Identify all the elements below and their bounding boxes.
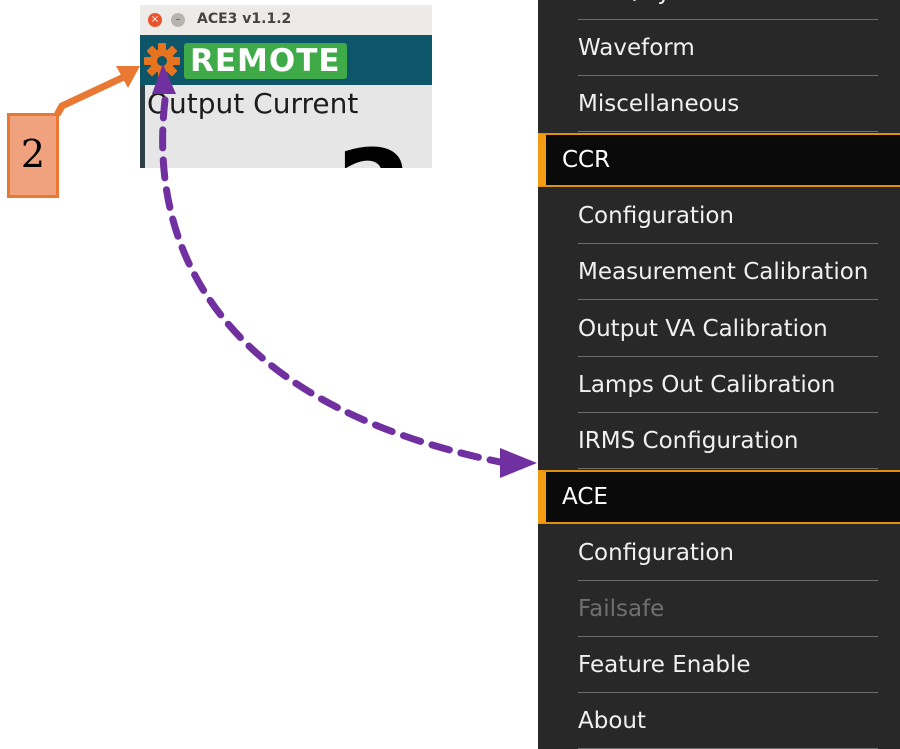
annotation-overlay xyxy=(54,64,537,478)
connector-arrow-head-right xyxy=(500,448,537,478)
connector-arrow-head-top xyxy=(152,64,176,94)
connector-dashed-curve xyxy=(159,96,504,466)
callout-arrow-line xyxy=(54,72,130,117)
